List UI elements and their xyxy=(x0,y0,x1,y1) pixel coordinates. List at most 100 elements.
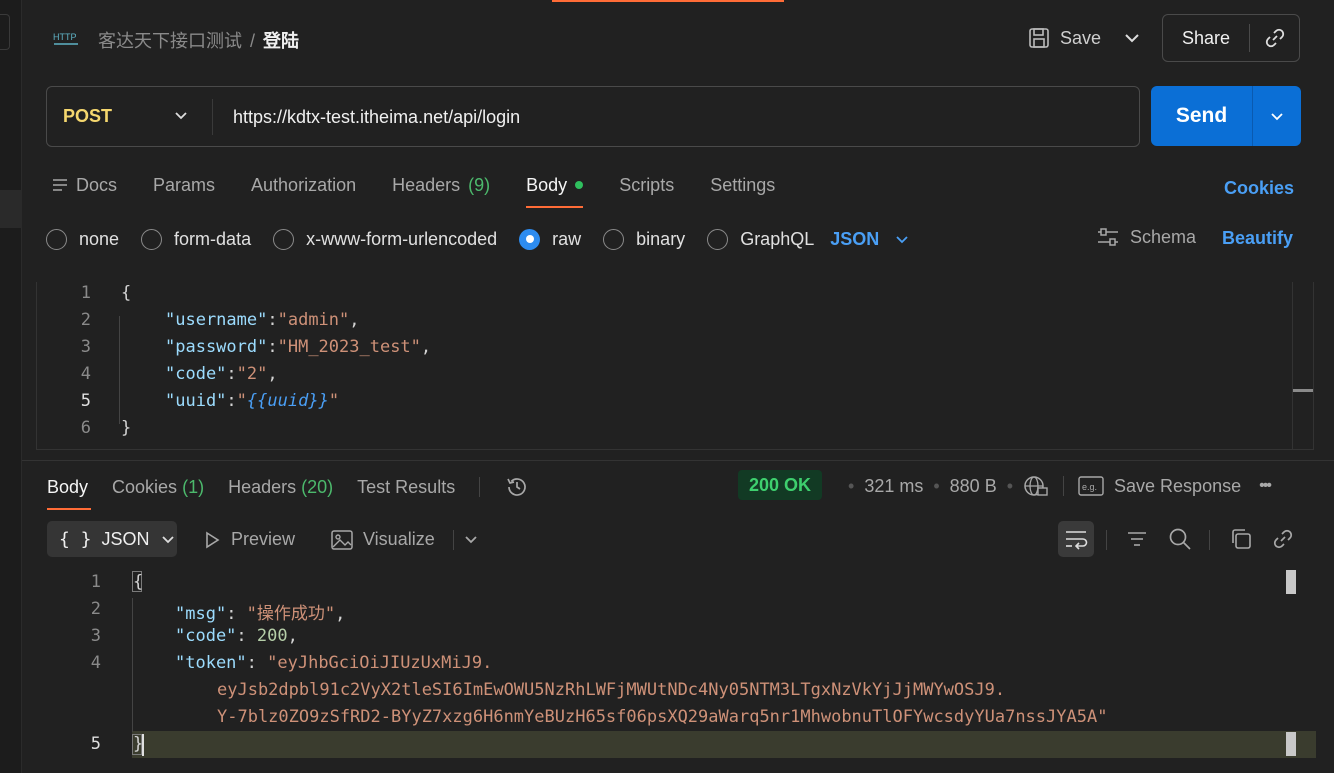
response-format-select[interactable]: { } JSON xyxy=(47,521,177,557)
copy-icon[interactable] xyxy=(1229,527,1253,551)
pane-splitter[interactable] xyxy=(22,460,1334,461)
save-options-chevron-icon[interactable] xyxy=(1120,26,1144,50)
raw-format-select[interactable]: JSON xyxy=(830,229,911,250)
search-icon[interactable] xyxy=(1168,527,1192,551)
radio-form-data-label: form-data xyxy=(174,228,252,249)
body-type-options: none form-data x-www-form-urlencoded raw… xyxy=(46,226,911,252)
response-scrollbar[interactable] xyxy=(1286,568,1296,768)
response-tabs: Body Cookies (1) Headers (20) Test Resul… xyxy=(47,474,530,500)
scrollbar-thumb[interactable] xyxy=(1286,570,1296,594)
request-title[interactable]: 登陆 xyxy=(263,31,299,51)
indent-guide xyxy=(132,598,133,732)
json-key: "token" xyxy=(175,653,247,673)
more-options-icon[interactable]: ••• xyxy=(1259,477,1272,495)
response-format-label: JSON xyxy=(101,528,150,549)
scrollbar-thumb[interactable] xyxy=(1286,732,1296,756)
chevron-down-icon xyxy=(896,236,908,244)
resp-tab-cookies[interactable]: Cookies (1) xyxy=(112,477,204,498)
share-button[interactable]: Share xyxy=(1163,28,1249,49)
send-button-group: Send xyxy=(1151,86,1301,146)
resp-tab-body[interactable]: Body xyxy=(47,477,88,498)
url-input[interactable]: https://kdtx-test.itheima.net/api/login xyxy=(233,107,520,128)
url-divider xyxy=(212,99,213,135)
environment-variable[interactable]: {{uuid}} xyxy=(247,391,329,411)
radio-binary[interactable]: binary xyxy=(603,228,686,250)
radio-none[interactable]: none xyxy=(46,228,120,250)
tab-headers-label: Headers xyxy=(392,174,461,195)
tab-settings-label: Settings xyxy=(710,174,776,195)
resp-tab-headers[interactable]: Headers (20) xyxy=(228,477,333,498)
json-key: "code" xyxy=(175,626,237,646)
tab-docs[interactable]: Docs xyxy=(52,172,117,198)
send-button[interactable]: Send xyxy=(1151,104,1252,128)
code-line-password: "password":"HM_2023_test", xyxy=(165,337,432,357)
send-options-chevron-icon[interactable] xyxy=(1253,106,1301,126)
json-key: "msg" xyxy=(175,604,227,624)
chevron-down-icon xyxy=(161,536,174,544)
line-number-3: 3 xyxy=(47,626,101,653)
tab-scripts[interactable]: Scripts xyxy=(619,172,674,198)
save-response-button[interactable]: Save Response xyxy=(1114,476,1241,497)
resp-line-token: "token": "eyJhbGciOiJIUzUxMiJ9. xyxy=(175,653,493,673)
radio-graphql[interactable]: GraphQL xyxy=(707,228,814,250)
resp-tab-test-results[interactable]: Test Results xyxy=(357,477,455,498)
method-select[interactable]: POST xyxy=(63,106,112,127)
cookies-link[interactable]: Cookies xyxy=(1224,178,1294,199)
breadcrumb: 客达天下接口测试 / 登陆 xyxy=(98,27,299,53)
status-badge[interactable]: 200 OK xyxy=(738,470,823,500)
divider xyxy=(453,530,454,550)
wrap-lines-button[interactable] xyxy=(1058,521,1094,557)
tab-body[interactable]: Body xyxy=(526,172,584,208)
history-icon[interactable] xyxy=(504,474,530,500)
filter-icon[interactable] xyxy=(1125,527,1149,551)
sidebar-tab[interactable] xyxy=(0,14,10,50)
radio-binary-label: binary xyxy=(636,228,686,249)
editor-scrollbar[interactable] xyxy=(1292,282,1313,450)
visualize-options-chevron-icon[interactable] xyxy=(459,527,483,551)
save-label: Save xyxy=(1060,27,1102,48)
copy-link-icon[interactable] xyxy=(1250,27,1299,49)
bullet: • xyxy=(1006,475,1014,496)
sidebar-selected-item[interactable] xyxy=(0,190,22,228)
line-number-5: 5 xyxy=(37,391,91,418)
wrap-icon xyxy=(1066,531,1088,550)
network-globe-lock-icon[interactable] xyxy=(1023,474,1049,498)
scrollbar-thumb[interactable] xyxy=(1293,389,1313,392)
divider xyxy=(1209,530,1210,550)
radio-urlencoded[interactable]: x-www-form-urlencoded xyxy=(273,228,497,250)
raw-format-label: JSON xyxy=(830,228,880,249)
schema-button[interactable]: Schema xyxy=(1096,226,1196,248)
resp-close-brace: } xyxy=(133,734,144,754)
response-time[interactable]: 321 ms xyxy=(864,476,923,497)
preview-button[interactable]: Preview xyxy=(203,529,295,550)
response-size[interactable]: 880 B xyxy=(950,476,997,497)
line-number: 4 xyxy=(90,653,101,673)
radio-raw[interactable]: raw xyxy=(519,228,581,250)
divider xyxy=(479,477,481,497)
request-body-editor[interactable]: 1 2 3 4 5 6 { "username":"admin", "passw… xyxy=(36,282,1314,450)
tab-authorization[interactable]: Authorization xyxy=(251,172,356,198)
line-number-2: 2 xyxy=(37,310,91,337)
json-comma: , xyxy=(267,364,278,384)
play-icon xyxy=(206,531,220,548)
line-number-6: 6 xyxy=(37,418,91,445)
beautify-button[interactable]: Beautify xyxy=(1222,228,1293,249)
method-chevron-down-icon[interactable] xyxy=(171,105,191,130)
tab-params[interactable]: Params xyxy=(153,172,215,198)
save-button[interactable]: Save xyxy=(1028,22,1101,54)
http-request-icon: HTTP xyxy=(52,26,80,50)
link-icon[interactable] xyxy=(1271,527,1295,551)
radio-form-data[interactable]: form-data xyxy=(141,228,252,250)
tab-headers[interactable]: Headers (9) xyxy=(392,172,490,198)
response-body-viewer[interactable]: 1 2 3 4 5 { "msg": "操作成功", "code": 200, … xyxy=(22,568,1334,773)
bullet: • xyxy=(933,475,940,496)
radio-circle xyxy=(273,228,295,250)
tab-settings[interactable]: Settings xyxy=(710,172,775,198)
visualize-button[interactable]: Visualize xyxy=(331,529,435,550)
line-number: 2 xyxy=(80,310,91,330)
resp-line-msg: "msg": "操作成功", xyxy=(175,604,346,624)
code-line-username: "username":"admin", xyxy=(165,310,360,330)
line-number: 4 xyxy=(80,364,91,384)
breadcrumb-collection[interactable]: 客达天下接口测试 xyxy=(98,31,242,51)
radio-none-label: none xyxy=(79,228,120,249)
